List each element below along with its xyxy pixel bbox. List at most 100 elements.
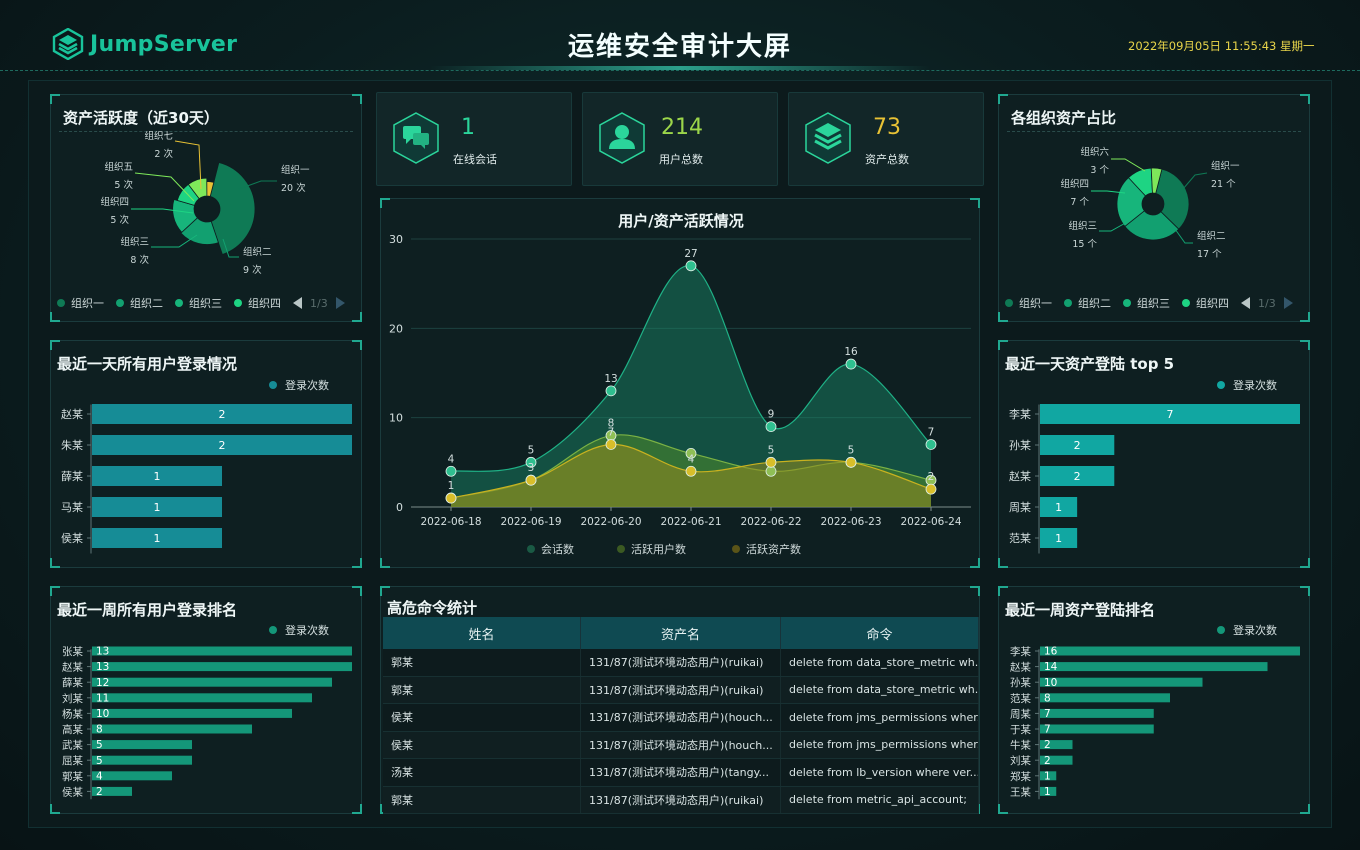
asset-login-top5-bar-chart: 李某 7 孙某 2 赵某 2 周某 1 范某 1 bbox=[1009, 404, 1300, 554]
x-tick-label: 2022-06-20 bbox=[580, 516, 641, 528]
cell-name: 侯某 bbox=[383, 704, 581, 731]
stat-label: 用户总数 bbox=[659, 153, 703, 166]
y-tick-label: 薛某 bbox=[61, 470, 83, 483]
pie-label-name: 组织一 bbox=[281, 164, 310, 176]
cell-command: delete from lb_version where ver... bbox=[781, 759, 979, 786]
y-tick-label: 赵某 bbox=[1010, 661, 1032, 674]
y-tick-label: 高某 bbox=[62, 723, 83, 736]
legend-item[interactable]: 组织一 bbox=[1005, 295, 1052, 311]
legend-item[interactable]: 组织一 bbox=[57, 295, 104, 311]
y-tick-label: 杨某 bbox=[62, 707, 83, 720]
pie-label-value: 21 个 bbox=[1211, 179, 1236, 190]
legend-item[interactable]: 组织四 bbox=[1182, 295, 1229, 311]
bar-value-label: 1 bbox=[1044, 770, 1051, 782]
y-tick-label: 0 bbox=[396, 501, 403, 514]
cell-command: delete from metric_api_account; bbox=[781, 786, 979, 813]
cell-command: delete from jms_permissions wher... bbox=[781, 731, 979, 758]
y-tick-label: 于某 bbox=[1010, 724, 1032, 736]
stat-card-users[interactable]: 214 用户总数 bbox=[582, 92, 778, 186]
bar-legend[interactable]: 登录次数 bbox=[269, 622, 329, 638]
data-label: 3 bbox=[528, 462, 535, 474]
bar-value-label: 7 bbox=[1044, 724, 1051, 736]
stat-card-assets[interactable]: 73 资产总数 bbox=[788, 92, 984, 186]
bar-legend[interactable]: 登录次数 bbox=[1217, 377, 1277, 393]
table-row[interactable]: 侯某 131/87(测试环境动态用户)(houch... delete from j… bbox=[383, 731, 979, 759]
x-tick-label: 2022-06-23 bbox=[820, 516, 881, 528]
panel-title: 最近一天资产登陆 top 5 bbox=[1005, 355, 1175, 373]
stack-icon bbox=[805, 112, 851, 164]
y-tick-label: 20 bbox=[389, 322, 403, 335]
legend-item[interactable]: 组织二 bbox=[116, 295, 163, 311]
bar-value-label: 16 bbox=[1044, 646, 1058, 658]
bar-value-label: 2 bbox=[1044, 739, 1051, 751]
user-icon bbox=[599, 112, 645, 164]
pie-label-value: 20 次 bbox=[281, 182, 306, 194]
pie-label-value: 3 个 bbox=[1090, 165, 1109, 176]
x-tick-label: 2022-06-19 bbox=[500, 516, 561, 528]
bar-value-label: 12 bbox=[96, 677, 109, 689]
panel-title: 最近一天所有用户登录情况 bbox=[57, 355, 238, 373]
table-row[interactable]: 汤某 131/87(测试环境动态用户)(tangy... delete from l… bbox=[383, 759, 979, 787]
bar-legend[interactable]: 登录次数 bbox=[269, 377, 329, 393]
bar-value-label: 11 bbox=[96, 692, 109, 704]
next-page-icon[interactable] bbox=[1283, 297, 1293, 309]
pie-label-value: 17 个 bbox=[1197, 249, 1222, 260]
legend-label: 会话数 bbox=[541, 543, 574, 556]
data-point bbox=[765, 465, 777, 477]
pie-label-value: 2 次 bbox=[154, 148, 173, 160]
bar-legend[interactable]: 登录次数 bbox=[1217, 622, 1277, 638]
legend-item[interactable]: 组织四 bbox=[234, 295, 281, 311]
data-label: 4 bbox=[448, 453, 455, 465]
legend-item[interactable]: 组织三 bbox=[1123, 295, 1170, 311]
column-header-asset[interactable]: 资产名 bbox=[581, 617, 781, 649]
y-tick-label: 武某 bbox=[62, 739, 83, 752]
table-row[interactable]: 侯某 131/87(测试环境动态用户)(houch... delete from j… bbox=[383, 704, 979, 732]
prev-page-icon[interactable] bbox=[1241, 297, 1250, 309]
table-row[interactable]: 郭某 131/87(测试环境动态用户)(ruikai) delete from me… bbox=[383, 786, 979, 814]
y-tick-label: 张某 bbox=[62, 646, 83, 658]
y-tick-label: 范某 bbox=[1010, 692, 1032, 705]
pie-label-name: 组织三 bbox=[1068, 220, 1097, 232]
user-login-week-bar-chart: 张某 13 赵某 13 薛某 12 刘某 11 杨某 10 高某 8 武某 5 屈某 5 郭某 4 侯某 2 bbox=[62, 646, 352, 800]
table-body: 郭某 131/87(测试环境动态用户)(ruikai) delete from da… bbox=[383, 649, 979, 814]
table-row[interactable]: 郭某 131/87(测试环境动态用户)(ruikai) delete from da… bbox=[383, 676, 979, 704]
pie-label-name: 组织四 bbox=[100, 196, 129, 208]
legend-item[interactable]: 组织三 bbox=[175, 295, 222, 311]
danger-commands-panel: 高危命令统计 姓名 资产名 命令 郭某 131/87(测试环境动态用户)(ruik… bbox=[380, 586, 980, 814]
bar bbox=[92, 693, 312, 703]
stat-card-sessions[interactable]: 1 在线会话 bbox=[376, 92, 572, 186]
y-tick-label: 10 bbox=[389, 412, 403, 425]
bar-value-label: 7 bbox=[1044, 708, 1051, 720]
next-page-icon[interactable] bbox=[335, 297, 345, 309]
pie-leader-line bbox=[1182, 172, 1208, 190]
legend-item[interactable]: 组织二 bbox=[1064, 295, 1111, 311]
bar-value-label: 1 bbox=[154, 501, 161, 514]
column-header-command[interactable]: 命令 bbox=[781, 617, 979, 649]
data-label: 2 bbox=[928, 471, 935, 483]
pie-label-name: 组织二 bbox=[1197, 230, 1226, 242]
bar-value-label: 2 bbox=[1074, 439, 1081, 452]
data-label: 5 bbox=[768, 444, 775, 456]
pie-hole bbox=[195, 197, 219, 221]
bar-value-label: 1 bbox=[154, 470, 161, 483]
cell-asset: 131/87(测试环境动态用户)(ruikai) bbox=[581, 649, 781, 676]
bar-value-label: 7 bbox=[1167, 408, 1174, 421]
bar bbox=[92, 724, 252, 734]
y-tick-label: 范某 bbox=[1009, 531, 1031, 545]
prev-page-icon[interactable] bbox=[293, 297, 302, 309]
y-tick-label: 刘某 bbox=[62, 693, 83, 705]
table-row[interactable]: 郭某 131/87(测试环境动态用户)(ruikai) delete from da… bbox=[383, 649, 979, 677]
logo[interactable]: JumpServer bbox=[52, 28, 237, 60]
bar-value-label: 10 bbox=[96, 708, 109, 720]
y-tick-label: 赵某 bbox=[61, 407, 83, 421]
y-tick-label: 马某 bbox=[61, 501, 83, 514]
pie-label-name: 组织三 bbox=[120, 236, 149, 248]
org-share-pie-chart: 组织一 21 个组织二 17 个 组织三 15 个 组织四 7 个 组织六 3 个 bbox=[1060, 146, 1240, 260]
legend-pager: 1/3 bbox=[293, 297, 345, 310]
pie-label-name: 组织二 bbox=[243, 246, 272, 258]
column-header-name[interactable]: 姓名 bbox=[383, 617, 581, 649]
data-point bbox=[445, 492, 457, 504]
y-tick-label: 孙某 bbox=[1010, 676, 1032, 689]
pie-label-name: 组织五 bbox=[104, 161, 133, 173]
y-tick-label: 刘某 bbox=[1010, 755, 1032, 767]
